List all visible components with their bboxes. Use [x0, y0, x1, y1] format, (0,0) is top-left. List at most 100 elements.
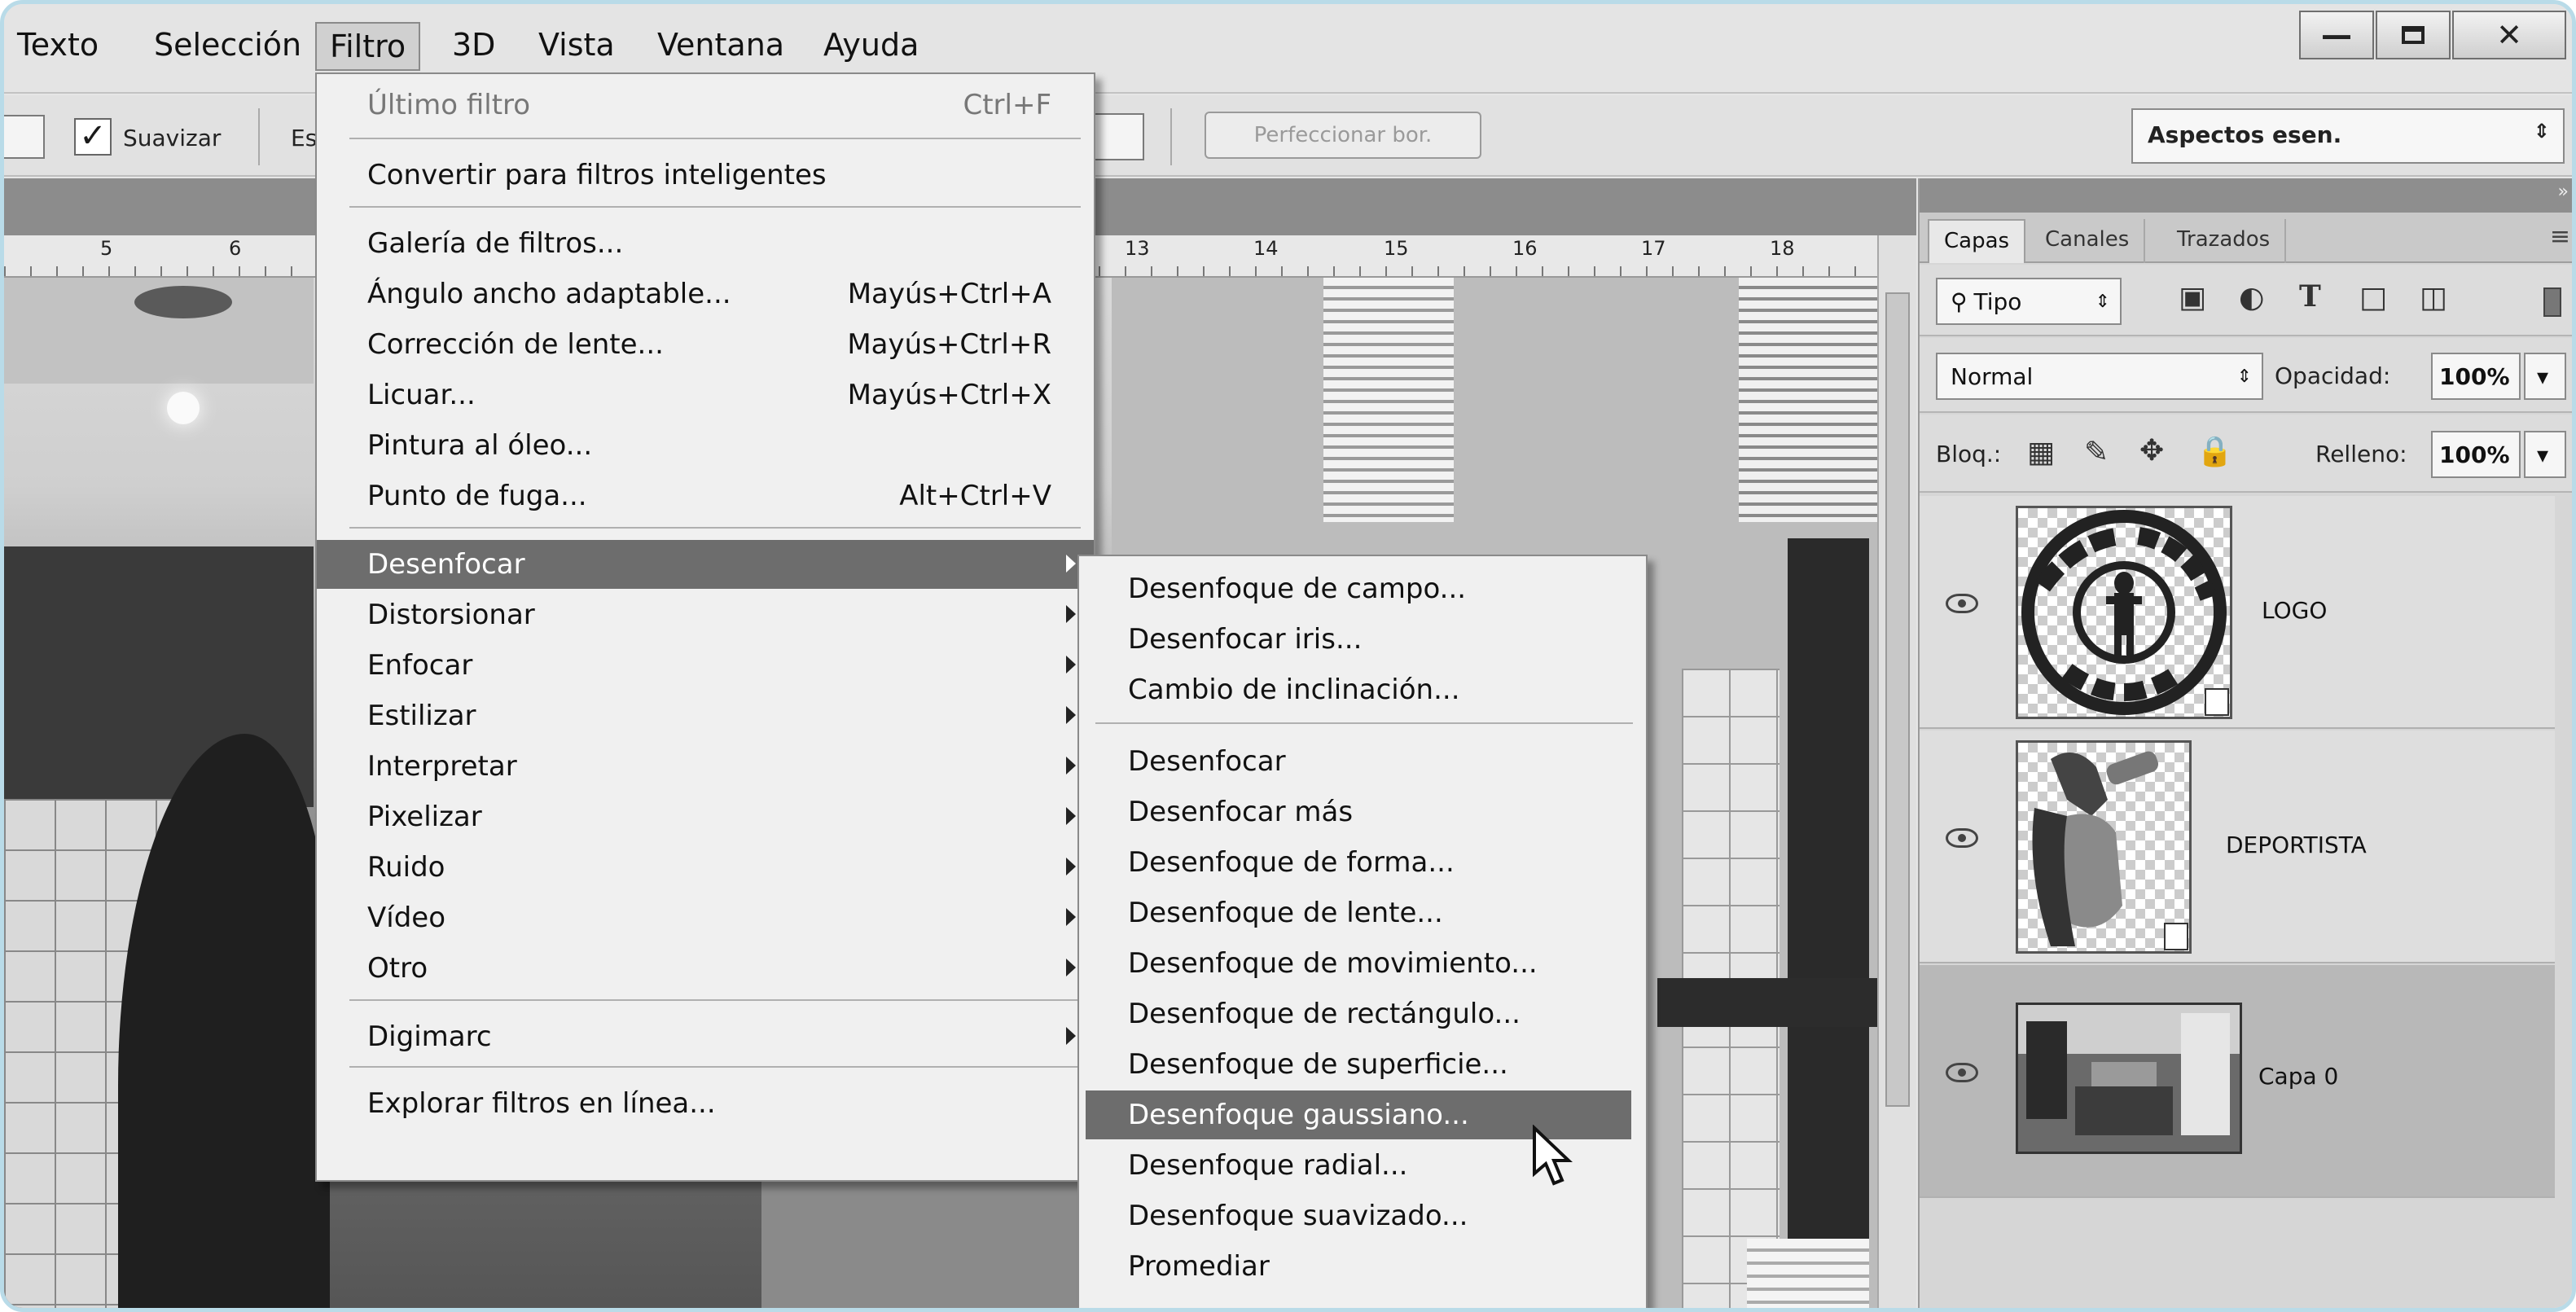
menu-ayuda[interactable]: Ayuda — [810, 22, 932, 68]
chevron-down-icon: ▾ — [2537, 441, 2549, 468]
ruler-number: 13 — [1125, 237, 1150, 260]
collapse-icon[interactable]: » — [2558, 182, 2569, 202]
layer-row-deportista[interactable]: DEPORTISTA — [1920, 731, 2555, 963]
fill-field[interactable]: 100% — [2431, 431, 2521, 478]
filter-menu-item-punto-de-fuga[interactable]: Punto de fuga... Alt+Ctrl+V — [317, 472, 1094, 520]
layer-thumbnail-capa-0 — [2016, 1003, 2242, 1154]
blur-menu-item-desenfoque-de-superficie[interactable]: Desenfoque de superficie... — [1079, 1040, 1646, 1089]
submenu-arrow-icon — [1066, 858, 1076, 875]
layer-name[interactable]: LOGO — [2262, 597, 2327, 624]
layer-row-logo[interactable]: LOGO — [1920, 496, 2555, 729]
submenu-arrow-icon — [1066, 706, 1076, 724]
options-divider-2 — [1170, 108, 1172, 165]
filter-toggle[interactable] — [2543, 287, 2561, 317]
blend-mode-select[interactable]: Normal ⇕ — [1936, 353, 2263, 400]
refine-edge-button[interactable]: Perfeccionar bor. — [1205, 112, 1481, 159]
blur-menu-item-desenfoque-de-lente[interactable]: Desenfoque de lente... — [1079, 889, 1646, 937]
filter-menu-item-angulo-ancho-adaptable[interactable]: Ángulo ancho adaptable... Mayús+Ctrl+A — [317, 270, 1094, 318]
menu-vista[interactable]: Vista — [525, 22, 628, 68]
menu-item-label: Galería de filtros... — [367, 227, 624, 260]
menu-texto[interactable]: Texto — [4, 22, 112, 68]
filter-menu-item-interpretar[interactable]: Interpretar — [317, 742, 1094, 791]
adjustment-filter-icon[interactable]: ◐ — [2239, 281, 2264, 314]
fill-dropdown[interactable]: ▾ — [2524, 431, 2566, 478]
visibility-eye-icon[interactable] — [1946, 594, 1978, 613]
menu-item-label: Desenfocar — [367, 548, 525, 581]
blur-menu-item-cambio-de-inclinacion[interactable]: Cambio de inclinación... — [1079, 665, 1646, 714]
pixel-layer-filter-icon[interactable]: ▣ — [2179, 281, 2206, 314]
filter-menu-item-enfocar[interactable]: Enfocar — [317, 641, 1094, 690]
type-filter-icon[interactable]: T — [2299, 279, 2321, 314]
minimize-button[interactable]: — — [2299, 11, 2374, 59]
tab-capas[interactable]: Capas — [1928, 219, 2026, 263]
opacity-dropdown[interactable]: ▾ — [2524, 353, 2566, 400]
lock-position-icon[interactable]: ✥ — [2139, 434, 2164, 467]
checkmark-icon: ✓ — [79, 117, 107, 155]
maximize-button[interactable] — [2376, 11, 2451, 59]
blur-menu-item-desenfocar[interactable]: Desenfocar — [1079, 737, 1646, 786]
tab-canales[interactable]: Canales — [2030, 219, 2146, 263]
menu-3d[interactable]: 3D — [439, 22, 508, 68]
visibility-eye-icon[interactable] — [1946, 828, 1978, 848]
filter-menu-item-otro[interactable]: Otro — [317, 944, 1094, 993]
scrollbar-thumb[interactable] — [1885, 292, 1910, 1107]
tab-trazados[interactable]: Trazados — [2162, 219, 2287, 263]
vertical-scrollbar[interactable] — [1877, 235, 1916, 1308]
filter-menu-item-desenfocar[interactable]: Desenfocar — [317, 540, 1094, 589]
blur-menu-item-desenfocar-iris[interactable]: Desenfocar iris... — [1079, 615, 1646, 664]
blur-menu-item-desenfoque-de-campo[interactable]: Desenfoque de campo... — [1079, 564, 1646, 613]
blur-menu-item-promediar[interactable]: Promediar — [1079, 1242, 1646, 1291]
menu-separator — [349, 999, 1081, 1001]
tool-preset-box[interactable] — [4, 115, 45, 159]
layer-name[interactable]: Capa 0 — [2258, 1063, 2338, 1090]
visibility-eye-icon[interactable] — [1946, 1063, 1978, 1082]
filter-menu-item-video[interactable]: Vídeo — [317, 893, 1094, 942]
workspace-select-value: Aspectos esen. — [2148, 121, 2342, 148]
menu-item-label: Enfocar — [367, 649, 473, 682]
blur-menu-item-desenfoque-de-rectangulo[interactable]: Desenfoque de rectángulo... — [1079, 989, 1646, 1038]
shape-filter-icon[interactable]: □ — [2359, 281, 2387, 314]
lock-image-brush-icon[interactable]: ✎ — [2084, 436, 2109, 469]
smart-object-filter-icon[interactable]: ◫ — [2420, 281, 2447, 314]
layer-kind-filter[interactable]: ⚲ Tipo ⇕ — [1936, 278, 2122, 325]
filter-menu-item-galeria-de-filtros[interactable]: Galería de filtros... — [317, 219, 1094, 268]
menu-separator — [349, 1066, 1081, 1068]
blur-menu-item-desenfoque-de-forma[interactable]: Desenfoque de forma... — [1079, 838, 1646, 887]
layer-row-capa-0[interactable]: Capa 0 — [1920, 965, 2555, 1198]
workspace-select[interactable]: Aspectos esen. ⇕ — [2131, 108, 2565, 164]
smooth-checkbox[interactable]: ✓ — [74, 118, 112, 156]
close-button[interactable]: ✕ — [2452, 11, 2566, 59]
filter-menu-item-pintura-al-oleo[interactable]: Pintura al óleo... — [317, 421, 1094, 470]
filter-menu-item-digimarc[interactable]: Digimarc — [317, 1012, 1094, 1061]
close-icon: ✕ — [2496, 17, 2522, 53]
blur-menu-item-desenfoque-suavizado[interactable]: Desenfoque suavizado... — [1079, 1191, 1646, 1240]
lock-label: Bloq.: — [1936, 441, 2002, 467]
lock-transparency-icon[interactable]: ▦ — [2027, 436, 2055, 469]
filter-menu-item-pixelizar[interactable]: Pixelizar — [317, 792, 1094, 841]
filter-menu-item-licuar[interactable]: Licuar... Mayús+Ctrl+X — [317, 371, 1094, 419]
filter-menu-item-explorar-filtros-en-linea[interactable]: Explorar filtros en línea... — [317, 1079, 1094, 1128]
menu-item-label: Otro — [367, 952, 428, 985]
filter-menu-item-ruido[interactable]: Ruido — [317, 843, 1094, 892]
submenu-arrow-icon — [1066, 959, 1076, 976]
filter-menu-item-ultimo-filtro[interactable]: Último filtro Ctrl+F — [317, 81, 1094, 129]
menu-item-label: Promediar — [1128, 1250, 1270, 1283]
window-frame — [1788, 538, 1869, 1308]
layer-name[interactable]: DEPORTISTA — [2226, 832, 2367, 858]
menu-item-label: Corrección de lente... — [367, 328, 664, 361]
menu-filtro[interactable]: Filtro — [315, 22, 421, 71]
filter-menu-item-convertir-para-filtros-inteligentes[interactable]: Convertir para filtros inteligentes — [317, 151, 1094, 200]
lock-all-icon[interactable]: 🔒 — [2196, 434, 2233, 468]
filter-menu-item-estilizar[interactable]: Estilizar — [317, 691, 1094, 740]
panel-menu-icon[interactable]: ≡ — [2550, 222, 2570, 251]
menu-item-label: Digimarc — [367, 1020, 492, 1053]
blur-menu-item-desenfoque-de-movimiento[interactable]: Desenfoque de movimiento... — [1079, 939, 1646, 988]
menu-ventana[interactable]: Ventana — [644, 22, 797, 68]
ruler-number: 15 — [1384, 237, 1409, 260]
blur-menu-item-desenfocar-mas[interactable]: Desenfocar más — [1079, 788, 1646, 836]
smart-object-badge-icon — [2164, 923, 2188, 950]
menu-seleccion[interactable]: Selección — [141, 22, 314, 68]
filter-menu-item-correccion-de-lente[interactable]: Corrección de lente... Mayús+Ctrl+R — [317, 320, 1094, 369]
filter-menu-item-distorsionar[interactable]: Distorsionar — [317, 590, 1094, 639]
opacity-field[interactable]: 100% — [2431, 353, 2521, 400]
